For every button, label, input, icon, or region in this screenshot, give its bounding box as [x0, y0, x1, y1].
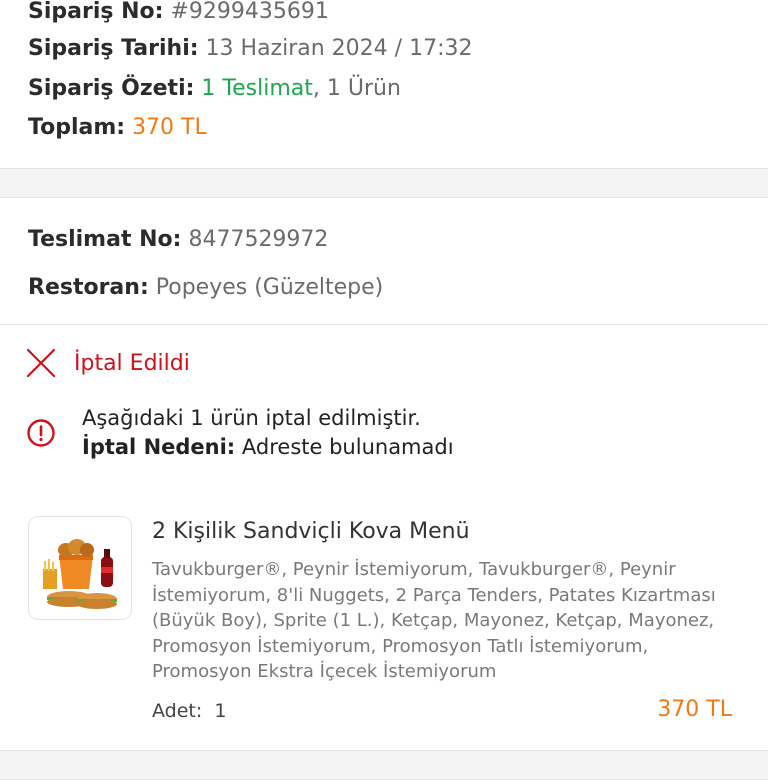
order-date-row: Sipariş Tarihi: 13 Haziran 2024 / 17:32: [28, 35, 472, 63]
restaurant-value: Popeyes (Güzeltepe): [155, 275, 384, 300]
order-summary-row: Sipariş Özeti: 1 Teslimat, 1 Ürün: [28, 75, 401, 103]
order-number-row: Sipariş No: #9299435691: [28, 0, 329, 26]
divider: [0, 324, 768, 325]
delivery-info-section: Teslimat No: 8477529972 Restoran: Popeye…: [0, 198, 768, 324]
delivery-number-row: Teslimat No: 8477529972: [28, 226, 328, 254]
order-number-value: #9299435691: [170, 0, 329, 24]
restaurant-row: Restoran: Popeyes (Güzeltepe): [28, 274, 383, 302]
product-price: 370 TL: [657, 697, 732, 722]
product-title: 2 Kişilik Sandviçli Kova Menü: [152, 519, 470, 544]
cancel-status-title: İptal Edildi: [74, 351, 190, 376]
bottom-gap: [0, 750, 768, 780]
order-summary-label: Sipariş Özeti:: [28, 76, 195, 101]
cancel-message: Aşağıdaki 1 ürün iptal edilmiştir.: [82, 406, 421, 430]
order-total-label: Toplam:: [28, 115, 126, 140]
order-total-value: 370 TL: [132, 115, 207, 140]
alert-icon: [27, 419, 55, 447]
summary-separator: ,: [312, 76, 320, 101]
product-image: [28, 516, 132, 620]
cancel-reason-label: İptal Nedeni:: [82, 435, 236, 459]
close-icon: [26, 348, 56, 378]
delivery-number-value: 8477529972: [188, 227, 329, 252]
order-summary-section: Sipariş No: #9299435691 Sipariş Tarihi: …: [0, 0, 768, 168]
section-gap: [0, 168, 768, 198]
quantity-value: 1: [214, 700, 227, 722]
order-date-value: 13 Haziran 2024 / 17:32: [205, 36, 473, 61]
order-date-label: Sipariş Tarihi:: [28, 36, 199, 61]
delivery-count-link[interactable]: 1 Teslimat: [201, 76, 312, 101]
item-count: 1 Ürün: [326, 76, 401, 101]
product-description: Tavukburger®, Peynir İstemiyorum, Tavukb…: [152, 559, 716, 682]
delivery-number-label: Teslimat No:: [28, 227, 182, 252]
quantity-label: Adet:: [152, 700, 203, 722]
restaurant-label: Restoran:: [28, 275, 149, 300]
cancel-reason-row: İptal Nedeni: Adreste bulunamadı: [82, 433, 454, 461]
product-image-illustration: [43, 539, 117, 609]
order-total-row: Toplam: 370 TL: [28, 114, 207, 142]
cancel-reason-value: Adreste bulunamadı: [241, 435, 454, 459]
quantity-row: Adet: 1: [152, 698, 226, 724]
order-number-label: Sipariş No:: [28, 0, 164, 24]
